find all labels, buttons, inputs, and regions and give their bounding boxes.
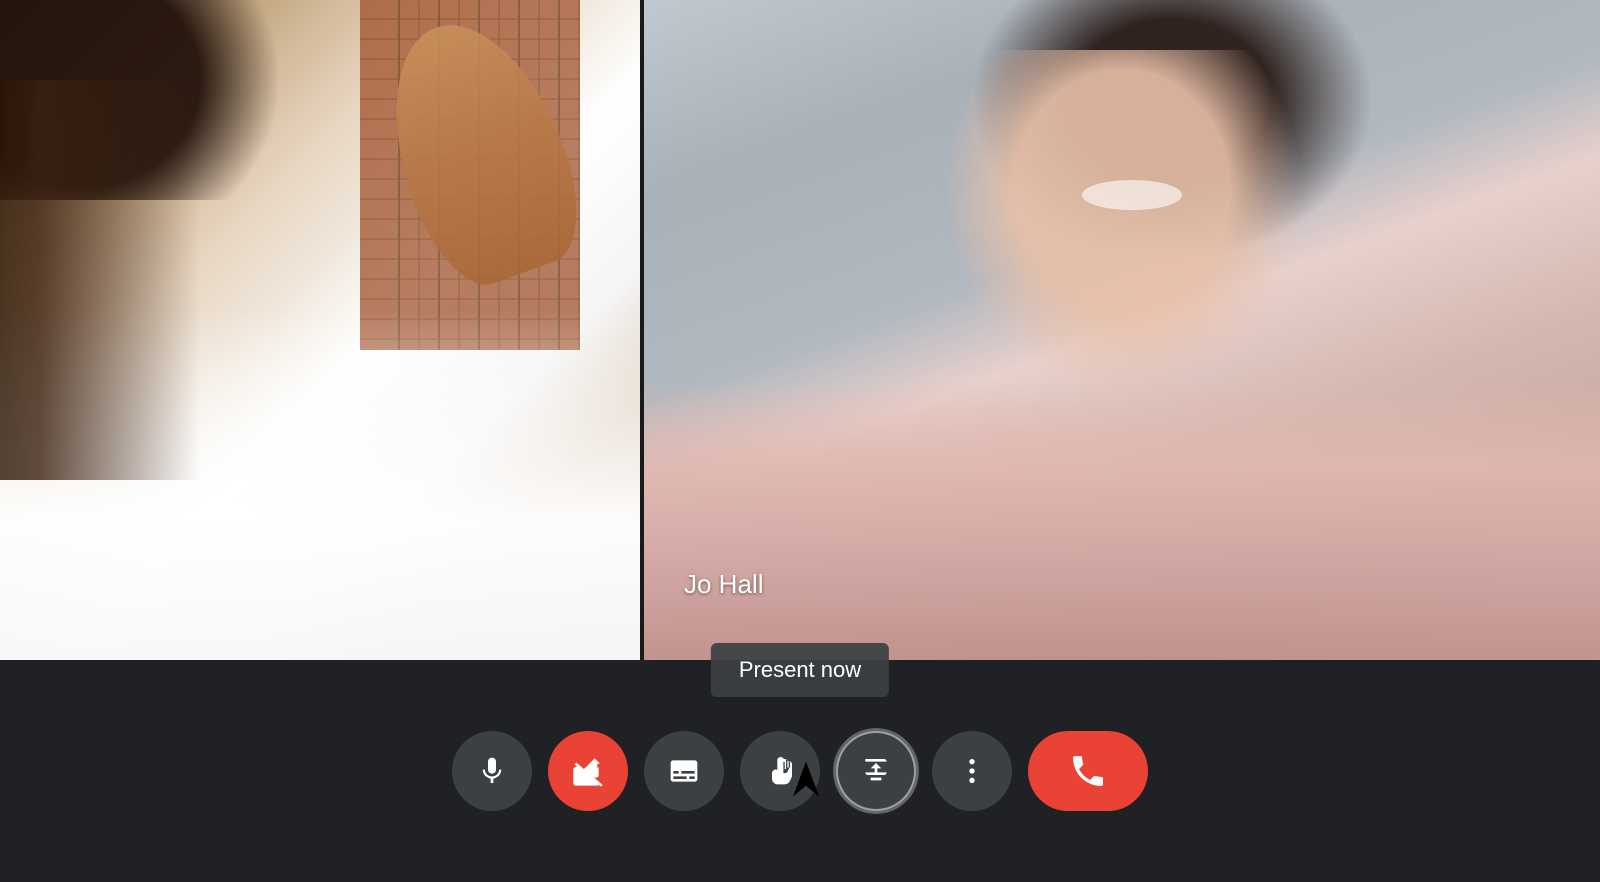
video-participant-right: Jo Hall	[644, 0, 1600, 660]
more-options-button[interactable]	[932, 731, 1012, 811]
video-bg-right	[644, 0, 1600, 660]
video-grid: Jo Hall	[0, 0, 1600, 660]
cursor-icon	[790, 759, 822, 804]
smile	[1082, 180, 1182, 210]
present-now-button[interactable]	[836, 731, 916, 811]
camera-button[interactable]	[548, 731, 628, 811]
participant-name-right: Jo Hall	[684, 569, 763, 600]
controls-bar: Present now	[0, 660, 1600, 882]
present-now-tooltip: Present now	[711, 643, 889, 697]
video-bg-left	[0, 0, 640, 660]
end-call-button[interactable]	[1028, 731, 1148, 811]
microphone-button[interactable]	[452, 731, 532, 811]
video-participant-left	[0, 0, 640, 660]
person-right-face	[932, 50, 1312, 400]
pink-top	[644, 380, 1600, 660]
captions-button[interactable]	[644, 731, 724, 811]
arm-shadow	[0, 80, 200, 480]
